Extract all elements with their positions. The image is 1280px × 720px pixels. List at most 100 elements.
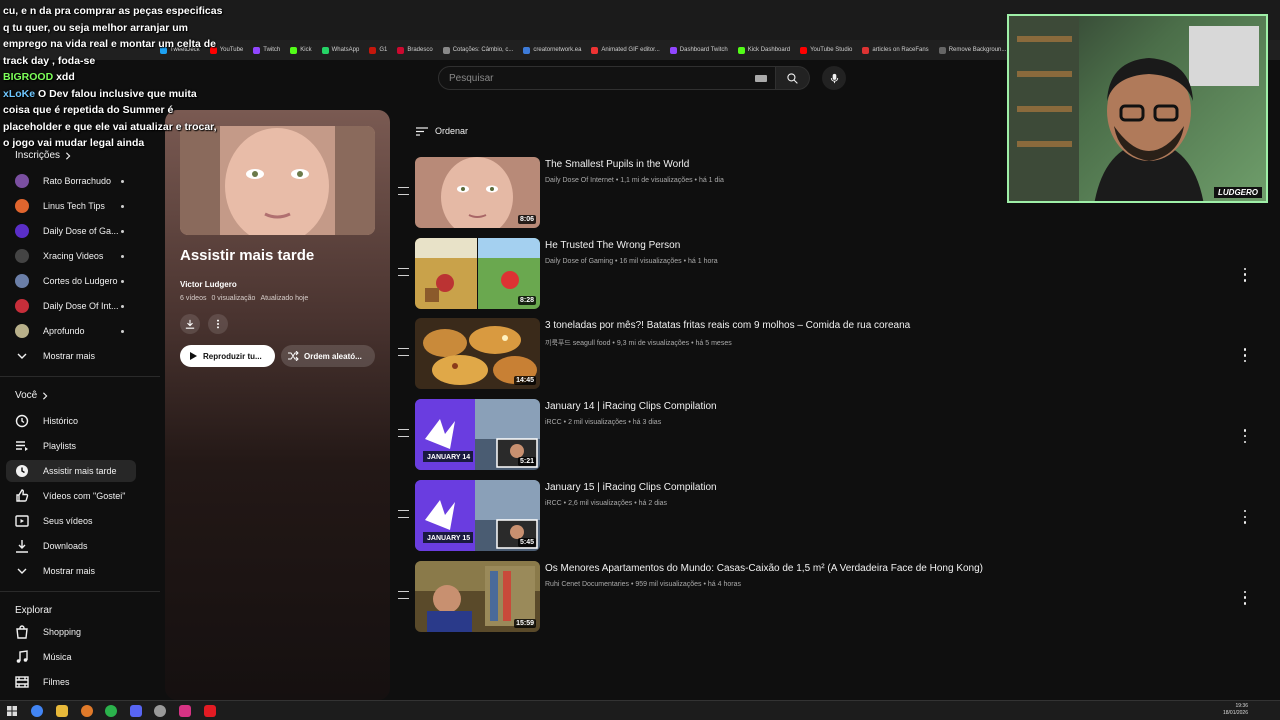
sidebar-subscription-item[interactable]: Cortes do Ludgero [6, 270, 136, 292]
bookmark-item[interactable]: G1 [369, 46, 387, 54]
video-thumbnail[interactable]: 8:06 [415, 157, 540, 228]
sidebar-item-download[interactable]: Downloads [6, 535, 136, 557]
play-icon [190, 352, 197, 360]
bookmark-favicon-icon [862, 46, 870, 54]
more-vertical-icon[interactable] [1240, 590, 1250, 605]
windows-start-icon[interactable] [7, 706, 17, 716]
show-more-subscriptions[interactable]: Mostrar mais [6, 345, 136, 367]
new-content-dot [121, 330, 124, 333]
sidebar-item-thumbs-up[interactable]: Vídeos com "Gostei" [6, 485, 136, 507]
bookmark-item[interactable]: Remove Backgroun... [938, 46, 1006, 54]
bookmark-item[interactable]: creatornetwork.ea [523, 46, 581, 54]
more-vertical-icon[interactable] [1240, 348, 1250, 363]
sidebar-item-label: Música [43, 652, 72, 662]
search-button[interactable] [776, 66, 810, 90]
sidebar-subscription-item[interactable]: Daily Dose Of Int... [6, 295, 136, 317]
bookmark-item[interactable]: Bradesco [397, 46, 433, 54]
whatsapp-taskbar-icon[interactable] [105, 705, 117, 717]
obs-taskbar-icon[interactable] [154, 705, 166, 717]
bookmark-favicon-icon [523, 46, 531, 54]
more-vertical-icon[interactable] [1240, 509, 1250, 524]
playlist-video-row[interactable]: JANUARY 14 5:21 January 14 | iRacing Clips… [395, 399, 1255, 473]
bookmark-item[interactable]: Cotações: Câmbio, c... [442, 46, 513, 54]
playlist-more-button[interactable] [208, 314, 228, 334]
shuffle-label: Ordem aleató... [304, 351, 362, 361]
video-title[interactable]: The Smallest Pupils in the World [545, 159, 689, 170]
more-vertical-icon[interactable] [1240, 267, 1250, 282]
show-more-you[interactable]: Mostrar mais [6, 560, 136, 582]
video-title[interactable]: Os Menores Apartamentos do Mundo: Casas-… [545, 563, 983, 574]
sort-label: Ordenar [435, 126, 469, 136]
sidebar-item-clock[interactable]: Assistir mais tarde [6, 460, 136, 482]
video-title[interactable]: He Trusted The Wrong Person [545, 240, 680, 251]
bookmark-item[interactable]: Kick Dashboard [737, 46, 790, 54]
stream-chat-overlay: cu, e n da pra comprar as peças especifi… [3, 3, 223, 152]
bookmark-item[interactable]: Dashboard Twitch [669, 46, 728, 54]
bookmark-item[interactable]: articles on RaceFans [862, 46, 929, 54]
sidebar-item-music-note[interactable]: Música [6, 646, 136, 668]
video-thumbnail[interactable]: 14:45 [415, 318, 540, 390]
app-taskbar-icon[interactable] [179, 705, 191, 717]
sidebar-subscription-item[interactable]: Daily Dose of Ga... [6, 220, 136, 242]
video-channel[interactable]: Daily Dose of Gaming [545, 258, 613, 265]
video-channel[interactable]: Daily Dose Of Internet [545, 177, 614, 184]
video-title[interactable]: January 15 | iRacing Clips Compilation [545, 482, 717, 493]
search-input[interactable]: Pesquisar [438, 66, 776, 90]
playlist-video-row[interactable]: JANUARY 15 5:45 January 15 | iRacing Clips… [395, 479, 1255, 554]
bookmark-item[interactable]: WhatsApp [321, 46, 359, 54]
sidebar-subscription-item[interactable]: Aprofundo [6, 320, 136, 342]
sidebar-item-film[interactable]: Filmes [6, 671, 136, 693]
video-thumbnail[interactable]: 8:28 [415, 237, 540, 309]
subscriptions-heading[interactable]: Inscrições [15, 150, 72, 161]
chrome-taskbar-icon[interactable] [31, 705, 43, 717]
discord-taskbar-icon[interactable] [130, 705, 142, 717]
video-thumbnail[interactable]: JANUARY 14 5:21 [415, 399, 540, 471]
play-all-button[interactable]: Reproduzir tu... [180, 345, 275, 367]
video-views: 16 mil visualizações [619, 257, 682, 265]
video-meta: 끼룩푸드 seagull food • 9,3 mi de visualizaç… [545, 338, 732, 348]
sidebar-divider [0, 591, 160, 592]
drag-handle-icon[interactable] [398, 267, 409, 276]
drag-handle-icon[interactable] [398, 187, 409, 195]
bookmark-item[interactable]: Animated GIF editor... [591, 46, 660, 54]
playlist-title: Assistir mais tarde [180, 247, 315, 264]
sidebar-item-history[interactable]: Histórico [6, 410, 136, 432]
sidebar-item-video[interactable]: Seus vídeos [6, 510, 136, 532]
drag-handle-icon[interactable] [398, 429, 409, 438]
video-channel[interactable]: iRCC [545, 419, 562, 426]
playlist-video-row[interactable]: 14:45 3 toneladas por mês?! Batatas frita… [395, 318, 1255, 392]
bookmark-item[interactable]: YouTube Studio [800, 46, 852, 54]
sidebar-item-label: Downloads [43, 541, 88, 551]
video-title[interactable]: 3 toneladas por mês?! Batatas fritas rea… [545, 320, 910, 331]
you-heading[interactable]: Você [15, 390, 49, 401]
bookmark-item[interactable]: Kick [290, 46, 312, 54]
keyboard-icon[interactable] [755, 75, 767, 82]
sidebar-subscription-item[interactable]: Xracing Videos [6, 245, 136, 267]
sidebar-subscription-item[interactable]: Rato Borrachudo [6, 170, 136, 192]
video-title[interactable]: January 14 | iRacing Clips Compilation [545, 401, 717, 412]
file-explorer-taskbar-icon[interactable] [56, 705, 68, 717]
video-channel[interactable]: iRCC [545, 500, 562, 507]
bookmark-item[interactable]: Twitch [253, 46, 280, 54]
video-thumbnail[interactable]: JANUARY 15 5:45 [415, 479, 540, 551]
voice-search-button[interactable] [822, 66, 846, 90]
playlist-video-row[interactable]: 8:28 He Trusted The Wrong Person Daily Dos… [395, 237, 1255, 312]
video-thumbnail[interactable]: 15:59 [415, 560, 540, 632]
drag-handle-icon[interactable] [398, 590, 409, 599]
shuffle-button[interactable]: Ordem aleató... [281, 345, 375, 367]
playlist-video-row[interactable]: 15:59 Os Menores Apartamentos do Mundo: C… [395, 560, 1255, 635]
sidebar-subscription-item[interactable]: Linus Tech Tips [6, 195, 136, 217]
video-channel[interactable]: 끼룩푸드 seagull food [545, 340, 610, 347]
playlist-owner[interactable]: Victor Ludgero [180, 280, 237, 289]
drag-handle-icon[interactable] [398, 509, 409, 518]
taskbar-clock[interactable]: 19:36 18/01/2026 [1223, 703, 1248, 717]
download-playlist-button[interactable] [180, 314, 200, 334]
more-vertical-icon[interactable] [1240, 429, 1250, 444]
f1-taskbar-icon[interactable] [204, 705, 216, 717]
sort-button[interactable]: Ordenar [416, 126, 468, 136]
video-channel[interactable]: Ruhi Cenet Documentaries [545, 581, 629, 588]
firefox-taskbar-icon[interactable] [81, 705, 93, 717]
drag-handle-icon[interactable] [398, 348, 409, 357]
sidebar-item-playlists[interactable]: Playlists [6, 435, 136, 457]
sidebar-item-shopping-bag[interactable]: Shopping [6, 621, 136, 643]
